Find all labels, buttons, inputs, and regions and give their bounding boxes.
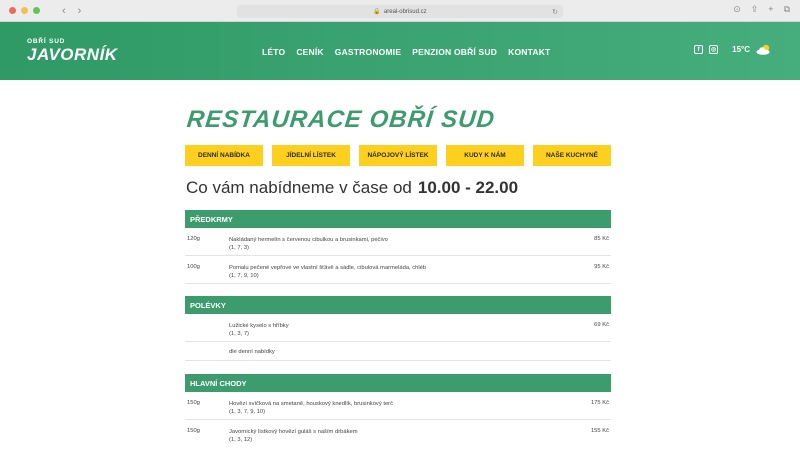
- item-portion: 100g: [187, 264, 200, 270]
- item-price: 175 Kč: [590, 400, 609, 406]
- nav-leto[interactable]: LÉTO: [262, 47, 285, 57]
- browser-toolbar: ‹ › 🔒 areal-obrisud.cz ↻ ⊙ ⇪ + ⧉: [0, 0, 800, 22]
- opening-hours-heading: Co vám nabídneme v čase od 10.00 - 22.00: [186, 178, 518, 198]
- menu-item: 150g Javornický lístkový hovězí guláš s …: [185, 420, 611, 448]
- menu-item: dle denní nabídky: [185, 342, 611, 361]
- item-name: dle denní nabídky: [229, 349, 275, 355]
- menu-tabs: DENNÍ NABÍDKA JÍDELNÍ LÍSTEK NÁPOJOVÝ LÍ…: [185, 145, 611, 166]
- download-icon[interactable]: ⊙: [733, 4, 741, 15]
- item-name: Hovězí svíčková na smetaně, houskový kne…: [229, 401, 393, 407]
- tabs-overview-icon[interactable]: ⧉: [784, 4, 790, 15]
- item-price: 95 Kč: [594, 264, 609, 270]
- nav-cenik[interactable]: CENÍK: [296, 47, 323, 57]
- menu-item: Lužické kyselo s hříbky (1, 3, 7) 69 Kč: [185, 314, 611, 342]
- item-name: Lužické kyselo s hříbky: [229, 323, 289, 329]
- tab-jidelni-listek[interactable]: JÍDELNÍ LÍSTEK: [272, 145, 350, 166]
- share-icon[interactable]: ⇪: [751, 4, 759, 15]
- item-price: 69 Kč: [594, 322, 609, 328]
- lock-icon: 🔒: [373, 9, 381, 15]
- nav-kontakt[interactable]: KONTAKT: [508, 47, 550, 57]
- window-controls: [9, 7, 40, 14]
- item-allergens: (1, 7, 3): [229, 245, 249, 252]
- item-allergens: (1, 3, 7): [229, 331, 249, 338]
- main-navigation: LÉTO CENÍK GASTRONOMIE PENZION OBŘÍ SUD …: [262, 47, 550, 57]
- hours-label: Co vám nabídneme v čase od: [186, 178, 412, 197]
- tab-napojovy-listek[interactable]: NÁPOJOVÝ LÍSTEK: [359, 145, 437, 166]
- facebook-icon[interactable]: f: [694, 45, 704, 54]
- nav-penzion[interactable]: PENZION OBŘÍ SUD: [412, 47, 497, 57]
- menu-item: 120g Nakládaný hermelín s červenou cibul…: [185, 228, 611, 256]
- section-header-predkrmy: PŘEDKRMY: [185, 210, 611, 228]
- tab-kudy-k-nam[interactable]: KUDY K NÁM: [446, 145, 524, 166]
- minimize-window-button[interactable]: [21, 7, 28, 14]
- hours-value: 10.00 - 22.00: [417, 178, 519, 197]
- address-bar[interactable]: 🔒 areal-obrisud.cz ↻: [237, 5, 563, 18]
- item-price: 155 Kč: [590, 428, 609, 434]
- item-price: 85 Kč: [594, 236, 609, 242]
- site-header: OBŘÍ SUD JAVORNÍK LÉTO CENÍK GASTRONOMIE…: [0, 22, 800, 80]
- item-portion: 150g: [187, 400, 200, 406]
- item-name: Javornický lístkový hovězí guláš s naším…: [229, 429, 358, 435]
- tab-nase-kuchyne[interactable]: NAŠE KUCHYNĚ: [533, 145, 611, 166]
- item-name: Pomalu pečené vepřové ve vlastní šťávě a…: [229, 265, 427, 271]
- temperature-readout: 15°C: [732, 45, 750, 54]
- site-logo[interactable]: OBŘÍ SUD JAVORNÍK: [27, 38, 118, 64]
- address-text: areal-obrisud.cz: [383, 8, 427, 15]
- new-tab-icon[interactable]: +: [768, 4, 773, 15]
- page-title: RESTAURACE OBŘÍ SUD: [185, 106, 497, 133]
- reload-icon[interactable]: ↻: [552, 8, 558, 16]
- nav-gastronomie[interactable]: GASTRONOMIE: [335, 47, 401, 57]
- forward-icon[interactable]: ›: [78, 5, 82, 17]
- logo-title: JAVORNÍK: [27, 44, 118, 64]
- item-portion: 150g: [187, 428, 200, 434]
- partly-cloudy-icon: [756, 44, 770, 55]
- back-icon[interactable]: ‹: [62, 5, 66, 17]
- item-portion: 120g: [187, 236, 200, 242]
- section-header-hlavni-chody: HLAVNÍ CHODY: [185, 374, 611, 392]
- section-header-polevky: POLÉVKY: [185, 296, 611, 314]
- menu-item: 100g Pomalu pečené vepřové ve vlastní šť…: [185, 256, 611, 284]
- instagram-icon[interactable]: ◎: [709, 45, 719, 54]
- close-window-button[interactable]: [9, 7, 16, 14]
- item-name: Nakládaný hermelín s červenou cibulkou a…: [229, 237, 388, 243]
- menu-item: 150g Hovězí svíčková na smetaně, houskov…: [185, 392, 611, 420]
- tab-denni-nabidka[interactable]: DENNÍ NABÍDKA: [185, 145, 263, 166]
- item-allergens: (1, 3, 7, 9, 10): [229, 409, 266, 416]
- item-allergens: (1, 7, 9, 10): [229, 273, 259, 280]
- item-allergens: (1, 3, 12): [229, 437, 253, 444]
- zoom-window-button[interactable]: [33, 7, 40, 14]
